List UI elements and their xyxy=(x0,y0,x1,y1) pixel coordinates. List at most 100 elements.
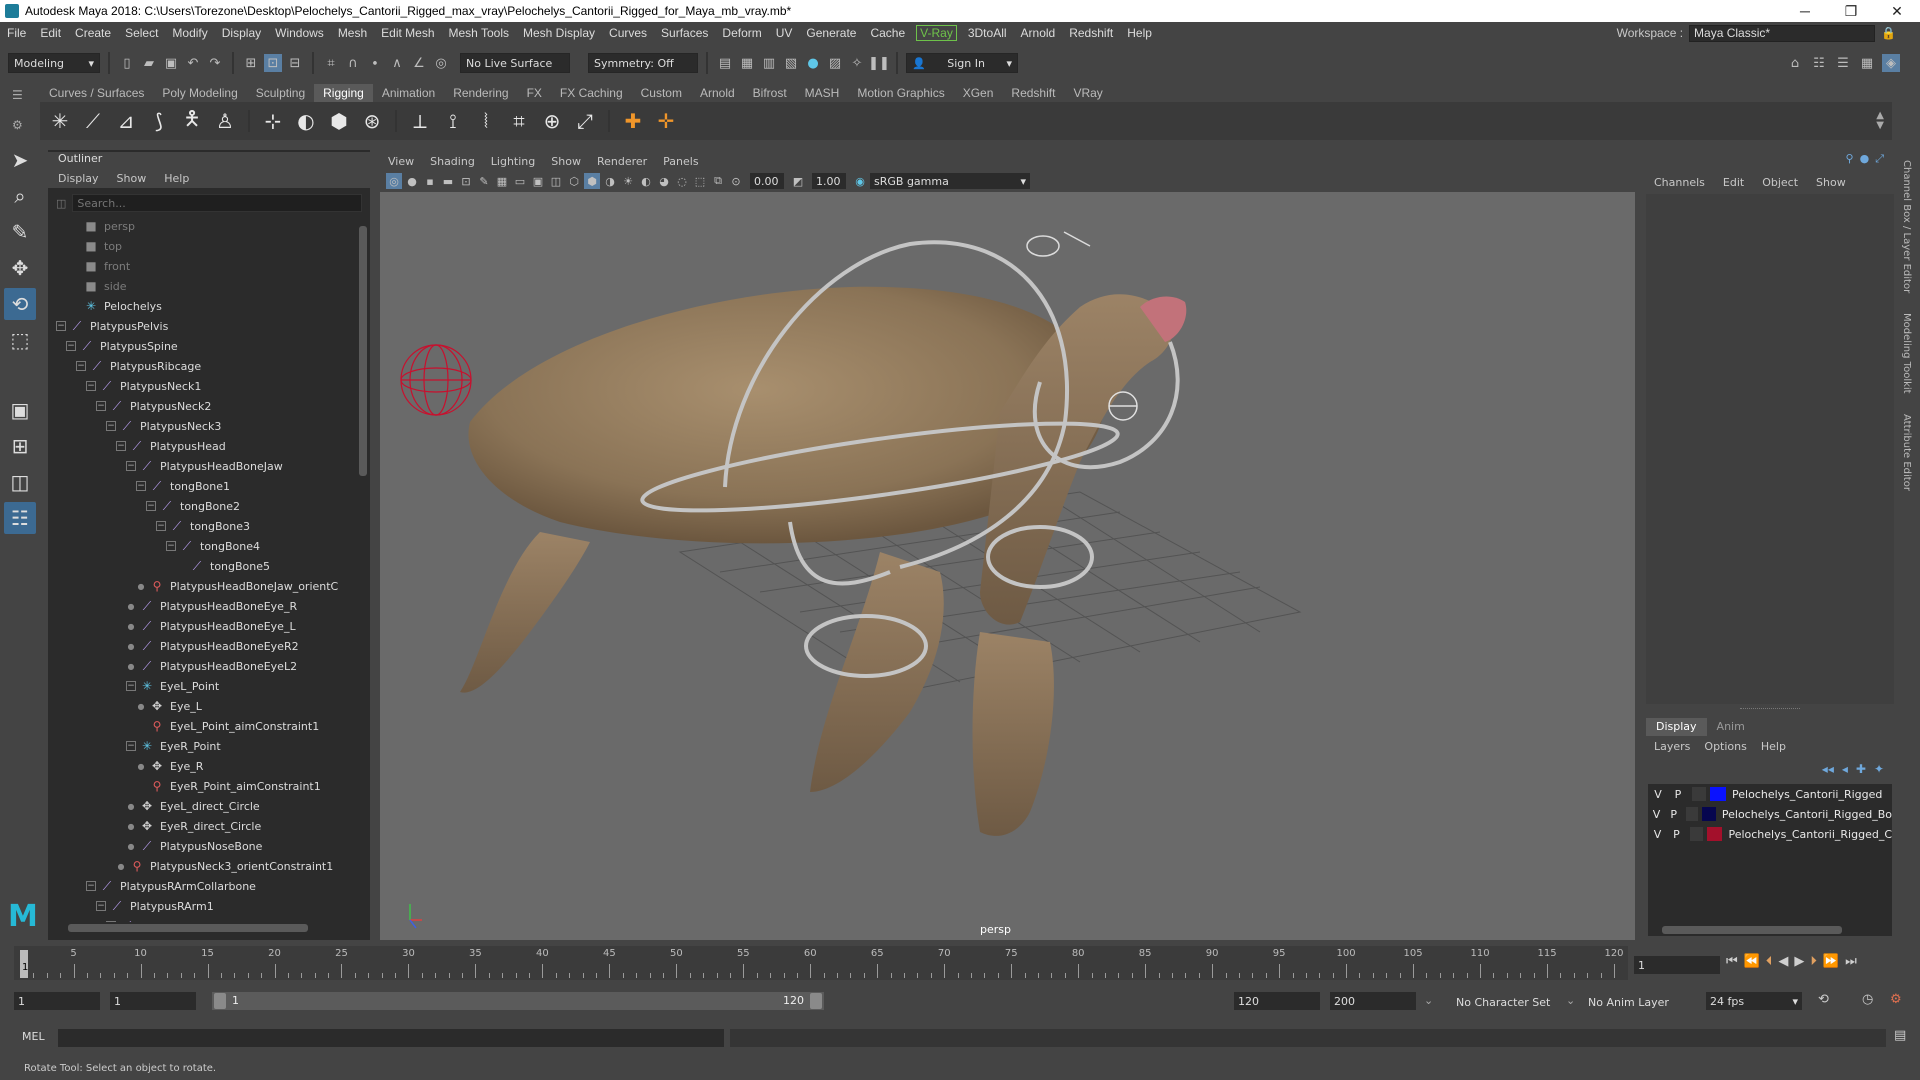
channelbox-pin-icon[interactable]: ⚲ xyxy=(1846,152,1854,170)
safe-action-icon[interactable]: ◫ xyxy=(548,173,564,189)
side-tab-channel-box-layer-editor[interactable]: Channel Box / Layer Editor xyxy=(1901,160,1912,293)
scale-tool-icon[interactable]: ⬚ xyxy=(4,324,36,356)
render-setup-icon[interactable]: ▨ xyxy=(826,54,844,72)
render-view-icon[interactable]: ▦ xyxy=(738,54,756,72)
outliner-item[interactable]: − ✳ EyeR_Point xyxy=(56,736,358,756)
collapse-toggle-icon[interactable]: − xyxy=(96,901,106,911)
outliner-item[interactable]: − ⟋ PlatypusPelvis xyxy=(56,316,358,336)
viewport-menu-renderer[interactable]: Renderer xyxy=(597,155,647,168)
close-button[interactable]: ✕ xyxy=(1874,3,1920,20)
menu-3dtoall[interactable]: 3DtoAll xyxy=(961,26,1014,40)
shelf-tab-custom[interactable]: Custom xyxy=(632,84,691,102)
quick-rig-icon[interactable]: 🯅 xyxy=(178,106,206,135)
collapse-toggle-icon[interactable]: − xyxy=(66,341,76,351)
time-slider[interactable]: 5 10 15 20 25 30 35 40 45 50 55 60 65 70 75 80 85 90 95 100… xyxy=(14,946,1628,980)
ik-spline-icon[interactable]: ⟟ xyxy=(439,107,467,135)
layer-playback-toggle[interactable]: P xyxy=(1665,808,1682,821)
mirror-joint-icon[interactable]: ⊿ xyxy=(112,107,140,135)
outliner-item[interactable]: − ⟋ PlatypusNeck2 xyxy=(56,396,358,416)
shelf-tab-xgen[interactable]: XGen xyxy=(954,84,1003,102)
menu-mesh-tools[interactable]: Mesh Tools xyxy=(442,26,516,40)
lattice-icon[interactable]: ⬢ xyxy=(325,107,353,135)
outliner-item[interactable]: − ⟋ tongBone3 xyxy=(56,516,358,536)
modeling-toolkit-icon[interactable]: ⌂ xyxy=(1786,54,1804,72)
gamma-icon[interactable]: ◩ xyxy=(790,173,806,189)
grease-pencil-icon[interactable]: ✎ xyxy=(476,173,492,189)
layer-playback-toggle[interactable]: P xyxy=(1667,828,1686,841)
menu-mesh[interactable]: Mesh xyxy=(331,26,374,40)
grid-icon[interactable]: ▦ xyxy=(494,173,510,189)
playback-end-field[interactable]: 120 xyxy=(1234,992,1320,1010)
rotate-tool-icon[interactable]: ⟲ xyxy=(4,288,36,320)
menu-create[interactable]: Create xyxy=(68,26,118,40)
menu-mesh-display[interactable]: Mesh Display xyxy=(516,26,602,40)
outliner-item[interactable]: − ⟋ PlatypusHead xyxy=(56,436,358,456)
range-slider[interactable]: 1 120 xyxy=(212,992,824,1010)
symmetry-dropdown[interactable]: Symmetry: Off xyxy=(588,53,698,73)
collapse-toggle-icon[interactable]: − xyxy=(86,881,96,891)
script-editor-icon[interactable]: ▤ xyxy=(1894,1028,1906,1043)
move-layer-down-icon[interactable]: ◂ xyxy=(1842,762,1848,776)
snap-grid-icon[interactable]: ⌗ xyxy=(322,54,340,72)
outliner-item[interactable]: − ⟋ PlatypusHeadBoneJaw xyxy=(56,456,358,476)
outliner-item[interactable]: ● ✥ Eye_R xyxy=(56,756,358,776)
scrollbar-thumb[interactable] xyxy=(1662,926,1842,934)
channelbox-menu-channels[interactable]: Channels xyxy=(1654,176,1705,189)
menu-select[interactable]: Select xyxy=(118,26,165,40)
outliner-item[interactable]: ● ✥ EyeL_direct_Circle xyxy=(56,796,358,816)
menu-uv[interactable]: UV xyxy=(769,26,800,40)
outliner-item[interactable]: − ✳ EyeL_Point xyxy=(56,676,358,696)
shelf-tab-rigging[interactable]: Rigging xyxy=(314,84,373,102)
film-gate-icon[interactable]: ▭ xyxy=(512,173,528,189)
character-set-chevron-icon[interactable]: ⌄ xyxy=(1424,994,1433,1007)
layer-menu-options[interactable]: Options xyxy=(1704,740,1746,753)
shelf-tab-redshift[interactable]: Redshift xyxy=(1002,84,1064,102)
snap-view-icon[interactable]: ∠ xyxy=(410,54,428,72)
bookmark-icon[interactable]: ▪ xyxy=(422,173,438,189)
shelf-menu-icon[interactable]: ☰ xyxy=(12,88,23,102)
menu-edit-mesh[interactable]: Edit Mesh xyxy=(374,26,441,40)
humanik-icon[interactable]: ♙ xyxy=(211,107,239,135)
mel-command-input[interactable] xyxy=(58,1029,724,1047)
filter-icon[interactable]: ◫ xyxy=(56,197,66,210)
viewport-menu-view[interactable]: View xyxy=(388,155,414,168)
outliner-item[interactable]: ● ⚲ PlatypusHeadBoneJaw_orientC xyxy=(56,576,358,596)
collapse-toggle-icon[interactable]: − xyxy=(86,381,96,391)
select-object-icon[interactable]: ⊡ xyxy=(264,54,282,72)
collapse-toggle-icon[interactable]: − xyxy=(166,541,176,551)
outliner-item[interactable]: − ⟋ PlatypusRArm1 xyxy=(56,896,358,916)
channelbox-lock-icon[interactable]: ● xyxy=(1860,152,1870,170)
channelbox-menu-show[interactable]: Show xyxy=(1816,176,1846,189)
channelbox-area[interactable] xyxy=(1646,194,1894,704)
outliner-item[interactable]: ● ⟋ PlatypusHeadBoneEye_L xyxy=(56,616,358,636)
ik-handle-icon[interactable]: ⟂ xyxy=(406,107,434,135)
layer-tab-display[interactable]: Display xyxy=(1646,718,1707,736)
layer-color-swatch[interactable] xyxy=(1707,827,1723,841)
outliner-item[interactable]: ■ side xyxy=(56,276,358,296)
animation-start-field[interactable]: 1 xyxy=(14,992,100,1010)
outliner-item[interactable]: ● ✥ Eye_L xyxy=(56,696,358,716)
outliner-item[interactable]: ● ⟋ PlatypusHeadBoneEyeR2 xyxy=(56,636,358,656)
color-management-icon[interactable]: ◉ xyxy=(852,173,868,189)
layer-display-type-toggle[interactable] xyxy=(1689,827,1704,841)
layer-playback-toggle[interactable]: P xyxy=(1668,788,1688,801)
redo-icon[interactable]: ↷ xyxy=(206,54,224,72)
shelf-scroll-icon[interactable]: ▲ ▼ xyxy=(1876,111,1884,131)
smooth-shade-icon[interactable]: ⬢ xyxy=(584,173,600,189)
menu-display[interactable]: Display xyxy=(215,26,268,40)
shelf-tab-vray[interactable]: VRay xyxy=(1064,84,1111,102)
create-joints-icon[interactable]: ✳ xyxy=(46,107,74,135)
step-forward-key-icon[interactable]: ⏩ xyxy=(1823,954,1839,969)
viewport-menu-lighting[interactable]: Lighting xyxy=(491,155,535,168)
new-layer-icon[interactable]: ✦ xyxy=(1874,762,1884,776)
side-tab-modeling-toolkit[interactable]: Modeling Toolkit xyxy=(1901,313,1912,394)
menu-file[interactable]: File xyxy=(0,26,33,40)
loop-icon[interactable]: ⟲ xyxy=(1818,992,1829,1007)
outliner-item[interactable]: − ⟋ tongBone4 xyxy=(56,536,358,556)
channelbox-menu-object[interactable]: Object xyxy=(1762,176,1798,189)
collapse-toggle-icon[interactable]: − xyxy=(156,521,166,531)
bind-skin-icon[interactable]: ⊹ xyxy=(259,107,287,135)
shelf-tab-rendering[interactable]: Rendering xyxy=(444,84,517,102)
outliner-item[interactable]: ■ front xyxy=(56,256,358,276)
play-backward-icon[interactable]: ◀ xyxy=(1778,954,1788,969)
